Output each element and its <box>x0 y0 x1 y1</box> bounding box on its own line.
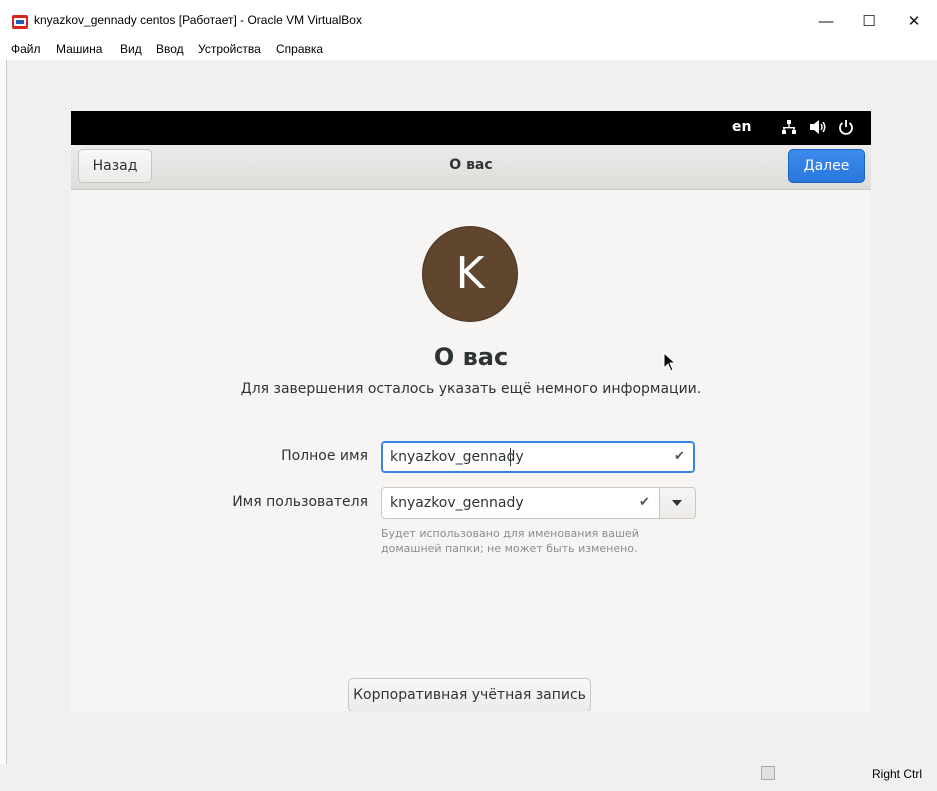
menu-help[interactable]: Справка <box>276 42 323 56</box>
username-dropdown-button[interactable] <box>659 487 696 519</box>
menu-input[interactable]: Ввод <box>156 42 184 56</box>
network-icon[interactable] <box>781 119 797 135</box>
text-cursor <box>510 448 511 466</box>
username-hint: Будет использовано для именования вашей … <box>381 527 639 555</box>
menu-bar: Файл Машина Вид Ввод Устройства Справка <box>0 38 937 60</box>
language-indicator[interactable]: en <box>732 119 751 135</box>
checkmark-icon: ✔ <box>639 494 650 509</box>
page-subtitle: Для завершения осталось указать ещё немн… <box>240 381 702 397</box>
maximize-button[interactable]: ☐ <box>849 8 889 36</box>
username-label: Имя пользователя <box>232 494 368 510</box>
virtualbox-app-icon <box>12 15 28 29</box>
gnome-top-bar: en <box>71 111 871 145</box>
page-heading: О вас <box>433 343 509 371</box>
host-key-label: Right Ctrl <box>872 767 923 781</box>
fullname-label: Полное имя <box>281 448 368 464</box>
username-field[interactable]: knyazkov_gennady ✔ <box>381 487 661 519</box>
menu-machine[interactable]: Машина <box>56 42 102 56</box>
window-title: knyazkov_gennady centos [Работает] - Ora… <box>34 13 362 27</box>
close-button[interactable]: ✕ <box>894 8 934 36</box>
enterprise-login-button[interactable]: Корпоративная учётная запись <box>348 678 591 711</box>
menu-view[interactable]: Вид <box>120 42 142 56</box>
guest-screen[interactable]: en Назад О вас Далее K О вас Для заверше… <box>71 111 871 711</box>
mouse-pointer-icon <box>663 352 675 372</box>
status-icons <box>664 766 869 784</box>
setup-header-bar: Назад О вас Далее <box>71 145 871 190</box>
minimize-button[interactable]: — <box>806 8 846 36</box>
window-titlebar[interactable]: knyazkov_gennady centos [Работает] - Ora… <box>0 0 937 39</box>
header-title: О вас <box>449 157 493 173</box>
username-value: knyazkov_gennady <box>390 495 524 511</box>
power-icon[interactable] <box>838 119 854 135</box>
menu-file[interactable]: Файл <box>11 42 41 56</box>
volume-icon[interactable] <box>809 119 827 135</box>
next-button[interactable]: Далее <box>788 149 865 183</box>
menu-devices[interactable]: Устройства <box>198 42 261 56</box>
checkmark-icon: ✔ <box>674 448 685 463</box>
fullname-field[interactable]: knyazkov_gennady ✔ <box>381 441 695 473</box>
shared-folders-icon[interactable] <box>761 766 775 780</box>
background-window-edge <box>0 60 7 791</box>
avatar[interactable]: K <box>422 226 518 322</box>
fullname-value: knyazkov_gennady <box>390 449 524 465</box>
chevron-down-icon <box>672 500 682 506</box>
